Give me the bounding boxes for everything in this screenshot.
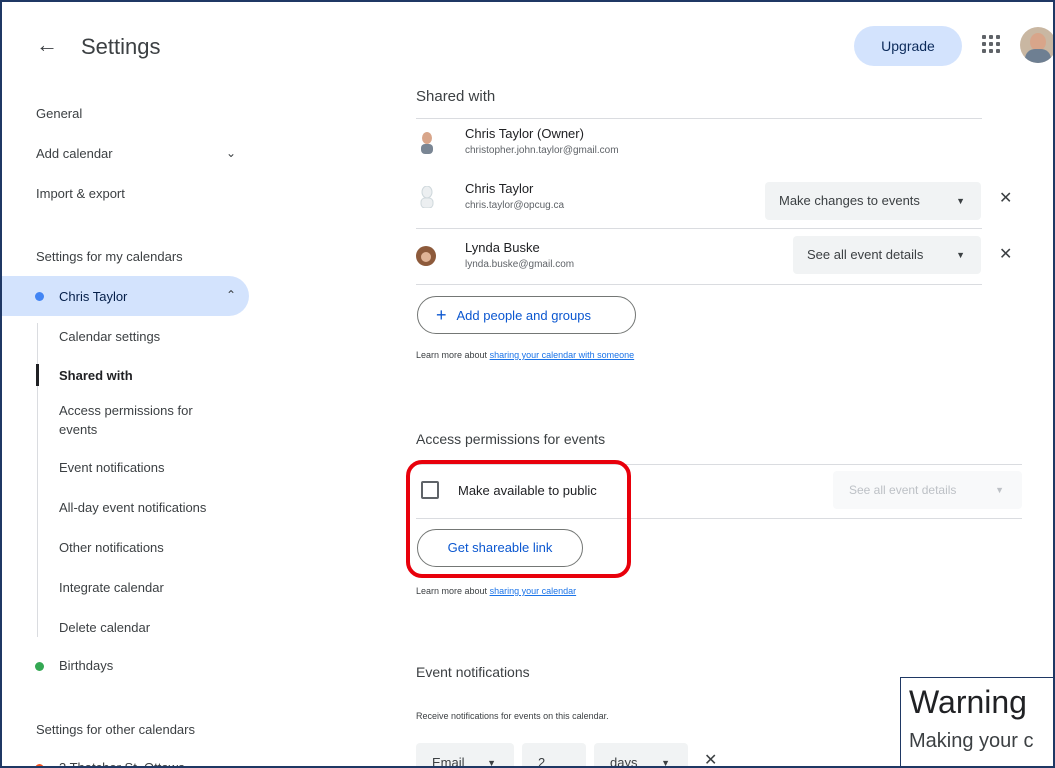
caret-down-icon: ▼ — [956, 250, 965, 260]
other-calendar-color-dot — [35, 764, 44, 766]
notification-amount-input[interactable]: 2 — [522, 743, 586, 766]
sidebar-item-integrate-calendar[interactable]: Integrate calendar — [59, 578, 164, 597]
avatar[interactable] — [1020, 27, 1053, 63]
chevron-up-icon[interactable]: ⌃ — [226, 288, 236, 302]
access-permissions-title: Access permissions for events — [416, 431, 606, 447]
public-permission-select: See all event details ▼ — [833, 471, 1022, 509]
warning-subtitle: Making your c — [909, 730, 1034, 752]
sidebar-item-delete-calendar[interactable]: Delete calendar — [59, 618, 150, 637]
sidebar-item-calendar-settings[interactable]: Calendar settings — [59, 327, 160, 346]
notification-method-select[interactable]: Email ▼ — [416, 743, 514, 768]
caret-down-icon: ▼ — [661, 758, 670, 768]
divider — [416, 464, 1022, 465]
caret-down-icon: ▼ — [956, 196, 965, 206]
divider — [416, 118, 982, 119]
make-public-checkbox[interactable] — [421, 481, 439, 499]
shared-with-title: Shared with — [416, 88, 496, 105]
calendar-color-dot — [35, 292, 44, 301]
person-email: lynda.buske@gmail.com — [465, 259, 575, 270]
event-notifications-title: Event notifications — [416, 664, 530, 680]
arrow-back-icon[interactable]: ← — [36, 32, 58, 58]
divider — [416, 518, 1022, 519]
person-name: Chris Taylor (Owner) — [465, 126, 584, 141]
learn-more-link[interactable]: sharing your calendar with someone — [490, 350, 635, 360]
remove-icon[interactable]: ✕ — [999, 188, 1012, 208]
upgrade-button[interactable]: Upgrade — [854, 26, 962, 66]
learn-more-link[interactable]: sharing your calendar — [490, 586, 577, 596]
other-calendars-heading: Settings for other calendars — [36, 722, 195, 737]
person-avatar-icon — [421, 132, 433, 154]
learn-more-sharing: Learn more about sharing your calendar w… — [416, 350, 635, 360]
permission-value: See all event details — [807, 247, 924, 262]
main-content: Shared with Chris Taylor (Owner) christo… — [392, 88, 1053, 768]
sidebar-item-all-day-notifications[interactable]: All-day event notifications — [59, 498, 206, 517]
caret-down-icon: ▼ — [487, 758, 496, 768]
warning-title: Warning — [909, 684, 1027, 720]
sidebar-item-access-permissions[interactable]: Access permissions for events — [59, 401, 229, 439]
get-shareable-link-button[interactable]: Get shareable link — [417, 529, 583, 567]
plus-icon: + — [436, 305, 447, 325]
sidebar-item-add-calendar[interactable]: Add calendar — [36, 146, 113, 161]
birthdays-color-dot — [35, 662, 44, 671]
event-notifications-description: Receive notifications for events on this… — [416, 711, 609, 721]
remove-icon[interactable]: ✕ — [999, 244, 1012, 264]
subnav-active-indicator — [36, 364, 39, 386]
apps-grid-icon[interactable] — [982, 35, 1002, 55]
header: ← Settings Upgrade — [2, 2, 1053, 88]
divider — [416, 284, 982, 285]
calendar-label: Chris Taylor — [59, 289, 128, 304]
person-name: Lynda Buske — [465, 240, 540, 255]
my-calendars-heading: Settings for my calendars — [36, 249, 183, 264]
sidebar-item-general[interactable]: General — [36, 106, 82, 121]
chevron-down-icon[interactable]: ⌄ — [226, 146, 236, 160]
permission-select[interactable]: See all event details ▼ — [793, 236, 981, 274]
caret-down-icon: ▼ — [995, 485, 1004, 495]
sidebar-item-birthdays[interactable]: Birthdays — [59, 658, 113, 673]
sidebar-item-event-notifications[interactable]: Event notifications — [59, 458, 165, 477]
permission-select[interactable]: Make changes to events ▼ — [765, 182, 981, 220]
remove-notification-icon[interactable]: ✕ — [704, 750, 717, 766]
settings-window: ← Settings Upgrade General Add calendar … — [0, 0, 1055, 768]
add-people-button[interactable]: + Add people and groups — [417, 296, 636, 334]
make-public-label: Make available to public — [458, 483, 597, 498]
page-title: Settings — [81, 34, 161, 59]
person-name: Chris Taylor — [465, 181, 534, 196]
person-avatar-icon — [416, 246, 436, 266]
sidebar-item-shared-with[interactable]: Shared with — [59, 366, 133, 385]
divider — [416, 228, 982, 229]
sidebar: General Add calendar ⌄ Import & export S… — [2, 88, 392, 766]
person-avatar-icon — [420, 186, 434, 208]
permission-value: Make changes to events — [779, 193, 920, 208]
sidebar-item-import-export[interactable]: Import & export — [36, 186, 125, 201]
sidebar-item-other-calendar[interactable]: 3 Thatcher St, Ottawa — [59, 760, 185, 766]
person-email: christopher.john.taylor@gmail.com — [465, 145, 619, 156]
notification-unit-select[interactable]: days ▼ — [594, 743, 688, 768]
warning-callout: Warning Making your c — [900, 677, 1053, 766]
sidebar-item-other-notifications[interactable]: Other notifications — [59, 538, 164, 557]
person-email: chris.taylor@opcug.ca — [465, 200, 565, 211]
learn-more-sharing-calendar: Learn more about sharing your calendar — [416, 586, 577, 596]
